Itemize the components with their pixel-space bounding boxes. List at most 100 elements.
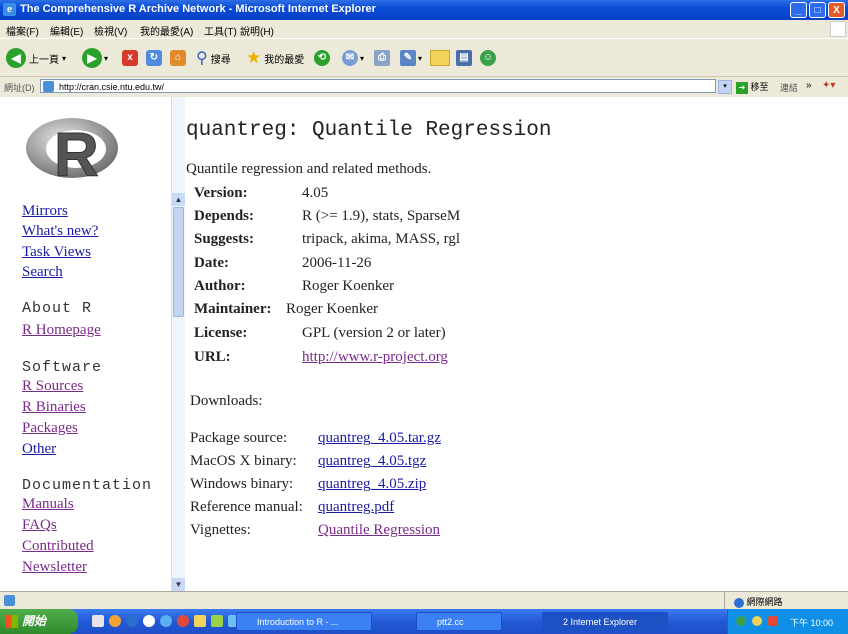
sidebar-link-r-homepage[interactable]: R Homepage: [22, 322, 101, 339]
toolbar-extension-icon[interactable]: ✦▾: [822, 80, 835, 91]
taskbar-item-ptt2[interactable]: ptt2.cc: [416, 612, 502, 631]
chevron-right-icon[interactable]: »: [806, 80, 812, 91]
field-value: R (>= 1.9), stats, SparseM: [302, 208, 461, 224]
minimize-button[interactable]: _: [790, 2, 807, 18]
go-button[interactable]: ➔ 移至: [736, 80, 769, 94]
messenger-button[interactable]: ☺: [480, 46, 496, 70]
menu-tools[interactable]: 工具(T): [204, 23, 237, 38]
downloads-heading: Downloads:: [190, 393, 263, 409]
tray-icon[interactable]: [736, 616, 746, 626]
address-input[interactable]: http://cran.csie.ntu.edu.tw/: [40, 79, 716, 93]
chevron-down-icon: ▾: [104, 53, 109, 63]
download-key: MacOS X binary:: [190, 453, 297, 469]
sidebar-link-packages[interactable]: Packages: [22, 420, 78, 437]
field-value: GPL (version 2 or later): [302, 325, 446, 341]
download-key: Reference manual:: [190, 499, 303, 515]
go-label: 移至: [750, 82, 769, 92]
download-link-tgz[interactable]: quantreg_4.05.tgz: [318, 453, 426, 469]
quicklaunch-icon[interactable]: [109, 615, 121, 627]
menu-file[interactable]: 檔案(F): [6, 23, 39, 38]
sidebar-link-task-views[interactable]: Task Views: [22, 244, 91, 261]
sidebar-link-whats-new[interactable]: What's new?: [22, 223, 98, 240]
tray-icon[interactable]: [752, 616, 762, 626]
sidebar: R Mirrors What's new? Task Views Search …: [0, 97, 170, 591]
window-title: The Comprehensive R Archive Network - Mi…: [20, 3, 376, 15]
stop-button[interactable]: x: [122, 46, 138, 70]
windows-logo-icon: [5, 615, 18, 628]
field-url: URL: http://www.r-project.org: [194, 349, 448, 366]
field-value: 4.05: [302, 185, 329, 201]
page-icon: [43, 81, 54, 92]
research-icon: ▤: [456, 50, 472, 66]
back-button[interactable]: ◀ 上一頁 ▾: [6, 46, 66, 70]
quicklaunch-icon[interactable]: [126, 615, 138, 627]
menu-edit[interactable]: 編輯(E): [50, 23, 83, 38]
quicklaunch-icon[interactable]: [160, 615, 172, 627]
quicklaunch-icon[interactable]: [211, 615, 223, 627]
sidebar-link-newsletter[interactable]: Newsletter: [22, 559, 87, 576]
taskbar-item-introduction[interactable]: Introduction to R - ...: [236, 612, 372, 631]
download-key: Package source:: [190, 430, 288, 446]
download-key: Vignettes:: [190, 522, 251, 538]
home-button[interactable]: ⌂: [170, 46, 186, 70]
print-button[interactable]: ⎙: [374, 46, 390, 70]
folder-button[interactable]: [430, 46, 450, 70]
close-button[interactable]: X: [828, 2, 845, 18]
quicklaunch-icon[interactable]: [143, 615, 155, 627]
sidebar-link-r-sources[interactable]: R Sources: [22, 378, 83, 395]
sidebar-link-other[interactable]: Other: [22, 441, 56, 458]
research-button[interactable]: ▤: [456, 46, 472, 70]
maximize-button[interactable]: □: [809, 2, 826, 18]
tray-icon[interactable]: [768, 616, 778, 626]
mail-button[interactable]: ✉ ▾: [342, 46, 364, 70]
sidebar-scrollbar[interactable]: ▲ ▼: [171, 97, 185, 591]
sidebar-link-mirrors[interactable]: Mirrors: [22, 203, 68, 220]
quicklaunch-icon[interactable]: [194, 615, 206, 627]
history-button[interactable]: ⟲: [314, 46, 330, 70]
download-link-pdf[interactable]: quantreg.pdf: [318, 499, 394, 515]
links-label[interactable]: 連結: [780, 81, 798, 94]
start-button[interactable]: 開始: [0, 609, 78, 634]
scroll-thumb[interactable]: [173, 207, 184, 317]
messenger-icon: ☺: [480, 50, 496, 66]
vignette-link[interactable]: Quantile Regression: [318, 522, 440, 538]
menu-view[interactable]: 檢視(V): [94, 23, 127, 38]
scroll-up-arrow[interactable]: ▲: [172, 193, 185, 206]
search-button[interactable]: ⚲ 搜尋: [196, 46, 231, 70]
field-depends: Depends: R (>= 1.9), stats, SparseM: [194, 208, 460, 225]
taskbar-item-internet-explorer[interactable]: 2 Internet Explorer: [542, 612, 668, 631]
url-link[interactable]: http://www.r-project.org: [302, 349, 448, 365]
stop-icon: x: [122, 50, 138, 66]
chevron-down-icon: ▾: [62, 53, 67, 63]
sidebar-link-faqs[interactable]: FAQs: [22, 517, 57, 534]
field-license: License: GPL (version 2 or later): [194, 325, 446, 342]
download-link-tar-gz[interactable]: quantreg_4.05.tar.gz: [318, 430, 441, 446]
sidebar-link-contributed[interactable]: Contributed: [22, 538, 94, 555]
favorites-button[interactable]: ★ 我的最愛: [246, 46, 304, 70]
quicklaunch-icon[interactable]: [92, 615, 104, 627]
page-title: quantreg: Quantile Regression: [186, 119, 552, 142]
address-dropdown-button[interactable]: ▾: [718, 80, 732, 94]
sidebar-link-manuals[interactable]: Manuals: [22, 496, 74, 513]
field-key: URL:: [194, 349, 231, 365]
scroll-down-arrow[interactable]: ▼: [172, 578, 185, 591]
edit-button[interactable]: ✎ ▾: [400, 46, 422, 70]
download-package-source: Package source: quantreg_4.05.tar.gz: [190, 430, 441, 447]
history-icon: ⟲: [314, 50, 330, 66]
download-link-zip[interactable]: quantreg_4.05.zip: [318, 476, 426, 492]
sidebar-link-r-binaries[interactable]: R Binaries: [22, 399, 86, 416]
status-divider: [724, 592, 725, 610]
clock[interactable]: 下午 10:00: [790, 616, 833, 629]
forward-button[interactable]: ▶ ▾: [82, 46, 108, 70]
menu-favorites[interactable]: 我的最愛(A): [140, 23, 193, 38]
field-key: Depends:: [194, 208, 255, 224]
forward-arrow-icon: ▶: [82, 48, 102, 68]
menu-help[interactable]: 說明(H): [240, 23, 274, 38]
star-icon: ★: [246, 48, 262, 67]
page-status-icon: [4, 595, 15, 606]
field-key: License:: [194, 325, 248, 341]
sidebar-link-search[interactable]: Search: [22, 264, 63, 281]
refresh-button[interactable]: ↻: [146, 46, 162, 70]
refresh-icon: ↻: [146, 50, 162, 66]
quicklaunch-icon[interactable]: [177, 615, 189, 627]
